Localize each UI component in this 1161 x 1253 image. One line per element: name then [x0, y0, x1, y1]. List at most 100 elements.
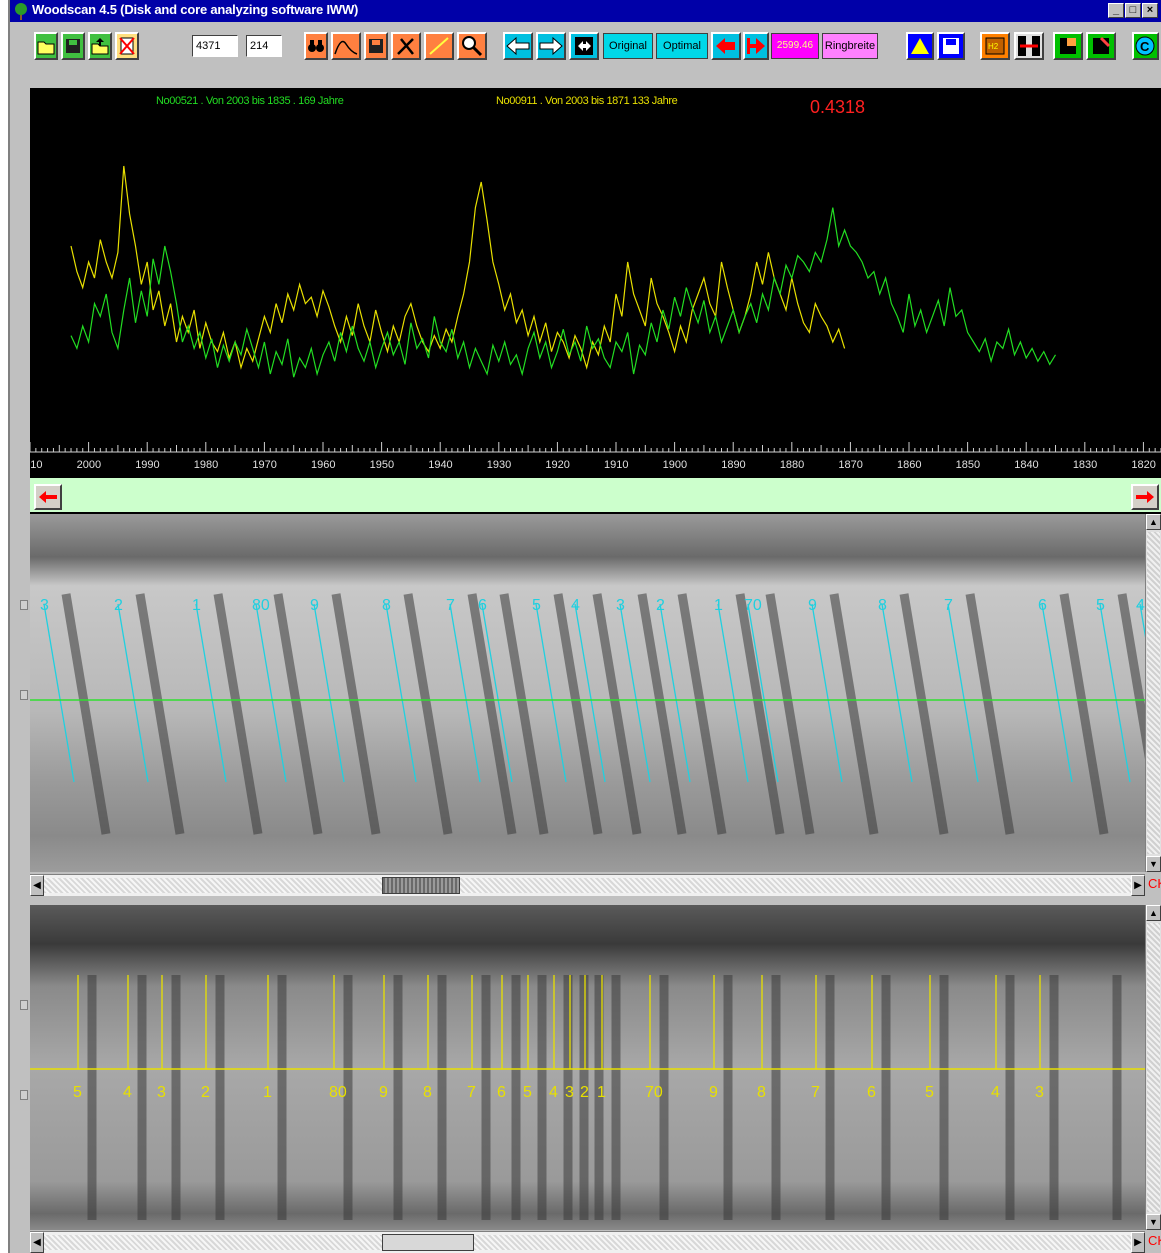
move-right-button[interactable]: [536, 32, 566, 60]
ring-label: 9: [709, 1084, 718, 1101]
scroll-right-button[interactable]: [1131, 484, 1159, 510]
panel2-vertical-scrollbar[interactable]: ▲ ▼: [1145, 905, 1161, 1230]
length-field[interactable]: 214: [246, 35, 282, 57]
black-square-button-1[interactable]: [1053, 32, 1083, 60]
disk-icon: [369, 39, 383, 53]
tools-button[interactable]: [391, 32, 421, 60]
magnifier-button[interactable]: [457, 32, 487, 60]
ring-width-chart[interactable]: 2010 2000 1990 1980 1970 1960 1950 1940 1930 1920…: [30, 88, 1161, 478]
ring-label: 1: [192, 597, 201, 614]
core-image-panel-2[interactable]: 5 4 3 2 1 80 9 8 7 6 5 4 3 2 1 70 9 8 7 6 5 4 3: [30, 905, 1145, 1230]
minimize-button[interactable]: _: [1108, 3, 1124, 18]
desktop-edge: [0, 0, 10, 1253]
ring-label: 80: [252, 597, 270, 614]
x-tick-label: 1890: [721, 459, 745, 471]
x-tick-label: 1920: [545, 459, 569, 471]
disk-button[interactable]: [364, 32, 388, 60]
ringbreite-button[interactable]: Ringbreite: [822, 33, 878, 59]
disk-save-button[interactable]: [937, 32, 965, 60]
optimal-button[interactable]: Optimal: [656, 33, 708, 59]
ring-label: 4: [549, 1084, 558, 1101]
scroll-up-arrow-icon[interactable]: ▲: [1146, 514, 1161, 530]
series-line-No00911: [70, 165, 846, 370]
x-tick-label: 1840: [1014, 459, 1038, 471]
ring-label: 2: [201, 1084, 210, 1101]
x-tick-label: 1940: [428, 459, 452, 471]
ring-label: 5: [523, 1084, 532, 1101]
panel1-tag: CK: [1148, 876, 1161, 891]
side-marker: [20, 1000, 28, 1010]
maximize-button[interactable]: □: [1125, 3, 1141, 18]
ring-label: 2: [656, 597, 665, 614]
chart-canvas: 2010 2000 1990 1980 1970 1960 1950 1940 1930 1920…: [30, 165, 1161, 471]
scroll-left-button[interactable]: [34, 484, 62, 510]
x-tick-label: 1960: [311, 459, 335, 471]
curve-button[interactable]: [331, 32, 361, 60]
vertical-track[interactable]: [1147, 923, 1160, 1212]
x-tick-label: 1990: [135, 459, 159, 471]
ring-label: 5: [1096, 597, 1105, 614]
scroll-right-arrow-icon[interactable]: ▶: [1131, 1232, 1145, 1253]
ring-label: 9: [310, 597, 319, 614]
line-button[interactable]: [424, 32, 454, 60]
ring-label: 6: [1038, 597, 1047, 614]
scroll-down-arrow-icon[interactable]: ▼: [1146, 856, 1161, 872]
move-left-button[interactable]: [503, 32, 533, 60]
position-field[interactable]: 4371: [192, 35, 238, 57]
svg-text:H2: H2: [988, 42, 999, 51]
scroll-right-arrow-icon[interactable]: ▶: [1131, 875, 1145, 896]
close-button[interactable]: ×: [1142, 3, 1158, 18]
wood-background: [30, 514, 1145, 872]
scroll-left-arrow-icon[interactable]: ◀: [30, 1232, 44, 1253]
split-button[interactable]: [1014, 32, 1044, 60]
swap-icon: [575, 37, 593, 55]
panel2-horizontal-scrollbar[interactable]: ◀ ▶: [30, 1231, 1145, 1253]
ring-label: 1: [597, 1084, 606, 1101]
scroll-thumb[interactable]: [382, 877, 460, 894]
vertical-track[interactable]: [1147, 532, 1160, 854]
ring-label: 4: [123, 1084, 132, 1101]
swap-button[interactable]: [569, 32, 599, 60]
black-square-button-2[interactable]: [1086, 32, 1116, 60]
scroll-left-arrow-icon[interactable]: ◀: [30, 875, 44, 896]
core-image-panel-1[interactable]: 3 2 1 80 9 8 7 6 5 4 3 2 1 70 9 8 7 6 5 4: [30, 514, 1145, 872]
horizontal-track[interactable]: [44, 878, 1131, 893]
shift-left-button[interactable]: [711, 32, 741, 60]
x-tick-label: 1830: [1073, 459, 1097, 471]
triangle-icon: [911, 38, 929, 54]
line-icon: [429, 37, 449, 55]
open-file-button[interactable]: [88, 32, 112, 60]
open-folder-button[interactable]: [34, 32, 58, 60]
panel1-horizontal-scrollbar[interactable]: ◀ ▶: [30, 874, 1145, 896]
shift-right-button[interactable]: [743, 32, 769, 60]
binoculars-button[interactable]: [304, 32, 328, 60]
triangle-button[interactable]: [906, 32, 934, 60]
x-tick-label: 2010: [30, 459, 42, 471]
red-arrow-left-icon: [39, 491, 57, 503]
ring-label: 3: [565, 1084, 574, 1101]
scroll-up-arrow-icon[interactable]: ▲: [1146, 905, 1161, 921]
ring-label: 8: [382, 597, 391, 614]
scroll-thumb[interactable]: [382, 1234, 474, 1251]
horizontal-track[interactable]: [44, 1235, 1131, 1250]
save-button[interactable]: [61, 32, 85, 60]
ring-label: 6: [497, 1084, 506, 1101]
black-square-icon: [1093, 36, 1111, 54]
x-tick-label: 1900: [663, 459, 687, 471]
title-bar[interactable]: Woodscan 4.5 (Disk and core analyzing so…: [10, 0, 1161, 22]
ring-label: 4: [991, 1084, 1000, 1101]
original-button[interactable]: Original: [603, 33, 653, 59]
c-button[interactable]: C: [1132, 32, 1159, 60]
ring-label: 4: [571, 597, 580, 614]
measure-button[interactable]: H2: [980, 32, 1010, 60]
ring-label: 5: [532, 597, 541, 614]
svg-text:C: C: [1140, 39, 1150, 54]
ring-label: 70: [744, 597, 762, 614]
black-square-icon: [1060, 38, 1076, 54]
panel1-vertical-scrollbar[interactable]: ▲ ▼: [1145, 514, 1161, 872]
x-tick-label: 1930: [487, 459, 511, 471]
scroll-down-arrow-icon[interactable]: ▼: [1146, 1214, 1161, 1230]
ring-label: 2: [114, 597, 123, 614]
core-image-1: 3 2 1 80 9 8 7 6 5 4 3 2 1 70 9 8 7 6 5 4: [30, 514, 1145, 872]
delete-file-button[interactable]: [115, 32, 139, 60]
